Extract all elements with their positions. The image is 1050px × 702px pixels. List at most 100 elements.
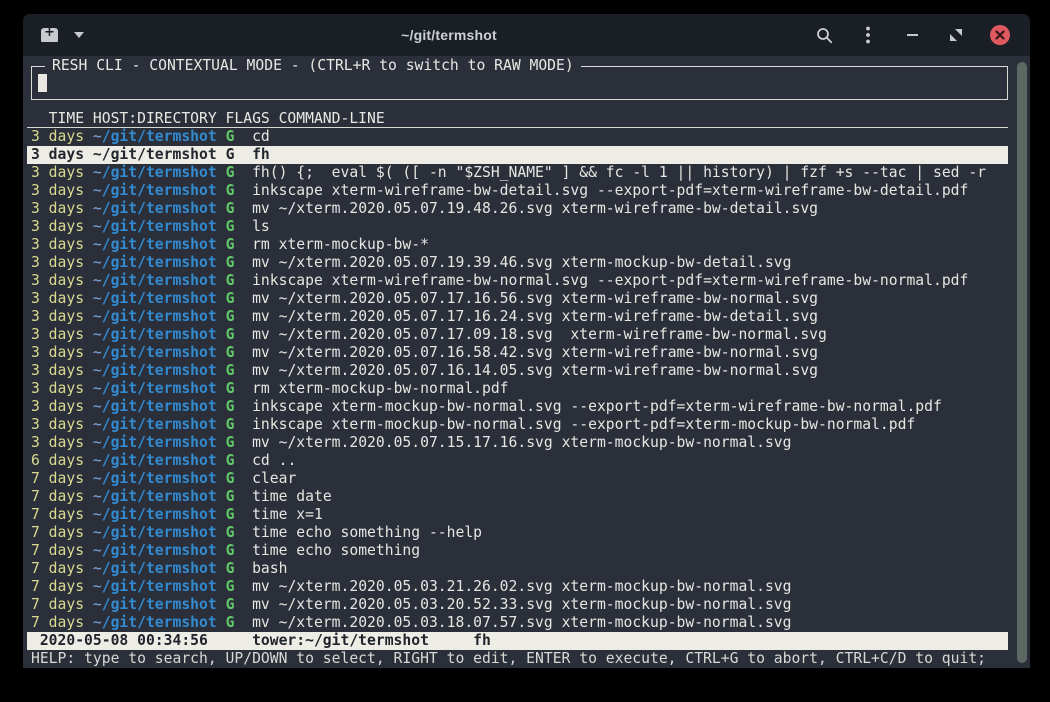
- history-row[interactable]: 7 days ~/git/termshot G time echo someth…: [27, 542, 1008, 560]
- help-line: HELP: type to search, UP/DOWN to select,…: [31, 650, 1030, 668]
- command-text: time echo something --help: [252, 524, 482, 541]
- host-dir-tilde: ~: [93, 146, 102, 163]
- command-text: mv ~/xterm.2020.05.03.18.07.57.svg xterm…: [252, 614, 791, 631]
- scrollbar-thumb[interactable]: [1017, 62, 1027, 663]
- kebab-menu-icon[interactable]: [858, 25, 878, 45]
- column-headers: TIME HOST:DIRECTORY FLAGS COMMAND-LINE: [27, 110, 1008, 128]
- minimize-button[interactable]: [902, 25, 922, 45]
- host-dir: /git/termshot: [102, 218, 217, 235]
- history-time: 7 days: [31, 524, 84, 541]
- titlebar[interactable]: ~/git/termshot: [23, 14, 1030, 56]
- host-dir-tilde: ~: [93, 452, 102, 469]
- history-row[interactable]: 3 days ~/git/termshot G inkscape xterm-w…: [27, 272, 1008, 290]
- history-row[interactable]: 7 days ~/git/termshot G time x=1: [27, 506, 1008, 524]
- flag-badge: G: [226, 182, 235, 199]
- command-text: inkscape xterm-mockup-bw-normal.svg --ex…: [252, 398, 942, 415]
- host-dir: /git/termshot: [102, 470, 217, 487]
- search-box[interactable]: RESH CLI - CONTEXTUAL MODE - (CTRL+R to …: [31, 66, 1008, 100]
- command-text: rm xterm-mockup-bw-normal.pdf: [252, 380, 508, 397]
- history-row[interactable]: 3 days ~/git/termshot G mv ~/xterm.2020.…: [27, 326, 1008, 344]
- host-dir: /git/termshot: [102, 362, 217, 379]
- history-row[interactable]: 3 days ~/git/termshot G ls: [27, 218, 1008, 236]
- command-text: mv ~/xterm.2020.05.07.15.17.16.svg xterm…: [252, 434, 791, 451]
- command-text: inkscape xterm-wireframe-bw-detail.svg -…: [252, 182, 968, 199]
- host-dir: /git/termshot: [102, 380, 217, 397]
- flag-badge: G: [226, 164, 235, 181]
- history-row[interactable]: 3 days ~/git/termshot G mv ~/xterm.2020.…: [27, 254, 1008, 272]
- history-time: 7 days: [31, 488, 84, 505]
- history-row[interactable]: 3 days ~/git/termshot G inkscape xterm-m…: [27, 416, 1008, 434]
- host-dir-tilde: ~: [93, 614, 102, 631]
- history-row[interactable]: 7 days ~/git/termshot G mv ~/xterm.2020.…: [27, 596, 1008, 614]
- flag-badge: G: [226, 470, 235, 487]
- history-row[interactable]: 3 days ~/git/termshot G fh() {; eval $( …: [27, 164, 1008, 182]
- command-text: bash: [252, 560, 287, 577]
- history-row[interactable]: 3 days ~/git/termshot G inkscape xterm-m…: [27, 398, 1008, 416]
- history-time: 3 days: [31, 416, 84, 433]
- history-row[interactable]: 3 days ~/git/termshot G mv ~/xterm.2020.…: [27, 434, 1008, 452]
- flag-badge: G: [226, 488, 235, 505]
- host-dir-tilde: ~: [93, 416, 102, 433]
- host-dir-tilde: ~: [93, 290, 102, 307]
- history-row[interactable]: 3 days ~/git/termshot G mv ~/xterm.2020.…: [27, 308, 1008, 326]
- host-dir-tilde: ~: [93, 326, 102, 343]
- history-row[interactable]: 3 days ~/git/termshot G inkscape xterm-w…: [27, 182, 1008, 200]
- history-row[interactable]: 3 days ~/git/termshot G rm xterm-mockup-…: [27, 380, 1008, 398]
- chevron-down-icon[interactable]: [74, 32, 84, 38]
- history-row[interactable]: 3 days ~/git/termshot G fh: [27, 146, 1008, 164]
- host-dir-tilde: ~: [93, 398, 102, 415]
- history-time: 7 days: [31, 578, 84, 595]
- history-time: 3 days: [31, 254, 84, 271]
- flag-badge: G: [226, 578, 235, 595]
- command-text: time date: [252, 488, 332, 505]
- flag-badge: G: [226, 614, 235, 631]
- close-button[interactable]: [990, 25, 1010, 45]
- host-dir: /git/termshot: [102, 146, 217, 163]
- history-row[interactable]: 7 days ~/git/termshot G mv ~/xterm.2020.…: [27, 614, 1008, 632]
- minimize-icon: [907, 34, 918, 36]
- host-dir: /git/termshot: [102, 272, 217, 289]
- search-icon[interactable]: [814, 25, 834, 45]
- host-dir: /git/termshot: [102, 596, 217, 613]
- command-text: inkscape xterm-wireframe-bw-normal.svg -…: [252, 272, 968, 289]
- history-time: 7 days: [31, 506, 84, 523]
- host-dir: /git/termshot: [102, 614, 217, 631]
- host-dir: /git/termshot: [102, 254, 217, 271]
- command-text: cd: [252, 128, 270, 145]
- host-dir: /git/termshot: [102, 398, 217, 415]
- flag-badge: G: [226, 506, 235, 523]
- history-time: 7 days: [31, 596, 84, 613]
- flag-badge: G: [226, 146, 235, 163]
- history-list: 3 days ~/git/termshot G cd3 days ~/git/t…: [31, 128, 1008, 632]
- history-row[interactable]: 7 days ~/git/termshot G bash: [27, 560, 1008, 578]
- history-row[interactable]: 7 days ~/git/termshot G mv ~/xterm.2020.…: [27, 578, 1008, 596]
- flag-badge: G: [226, 560, 235, 577]
- history-row[interactable]: 7 days ~/git/termshot G time echo someth…: [27, 524, 1008, 542]
- history-row[interactable]: 3 days ~/git/termshot G mv ~/xterm.2020.…: [27, 290, 1008, 308]
- restore-button[interactable]: [946, 25, 966, 45]
- restore-icon: [950, 29, 962, 41]
- host-dir-tilde: ~: [93, 218, 102, 235]
- history-row[interactable]: 3 days ~/git/termshot G mv ~/xterm.2020.…: [27, 362, 1008, 380]
- command-text: mv ~/xterm.2020.05.03.21.26.02.svg xterm…: [252, 578, 791, 595]
- history-row[interactable]: 7 days ~/git/termshot G time date: [27, 488, 1008, 506]
- history-time: 3 days: [31, 164, 84, 181]
- history-row[interactable]: 3 days ~/git/termshot G mv ~/xterm.2020.…: [27, 344, 1008, 362]
- host-dir-tilde: ~: [93, 272, 102, 289]
- new-tab-button[interactable]: [41, 28, 58, 42]
- history-row[interactable]: 3 days ~/git/termshot G mv ~/xterm.2020.…: [27, 200, 1008, 218]
- host-dir: /git/termshot: [102, 326, 217, 343]
- flag-badge: G: [226, 272, 235, 289]
- host-dir-tilde: ~: [93, 560, 102, 577]
- command-text: time x=1: [252, 506, 323, 523]
- flag-badge: G: [226, 596, 235, 613]
- command-text: mv ~/xterm.2020.05.07.17.16.24.svg xterm…: [252, 308, 818, 325]
- history-row[interactable]: 3 days ~/git/termshot G rm xterm-mockup-…: [27, 236, 1008, 254]
- history-row[interactable]: 6 days ~/git/termshot G cd ..: [27, 452, 1008, 470]
- host-dir-tilde: ~: [93, 578, 102, 595]
- host-dir-tilde: ~: [93, 506, 102, 523]
- host-dir: /git/termshot: [102, 200, 217, 217]
- flag-badge: G: [226, 380, 235, 397]
- history-row[interactable]: 3 days ~/git/termshot G cd: [27, 128, 1008, 146]
- history-row[interactable]: 7 days ~/git/termshot G clear: [27, 470, 1008, 488]
